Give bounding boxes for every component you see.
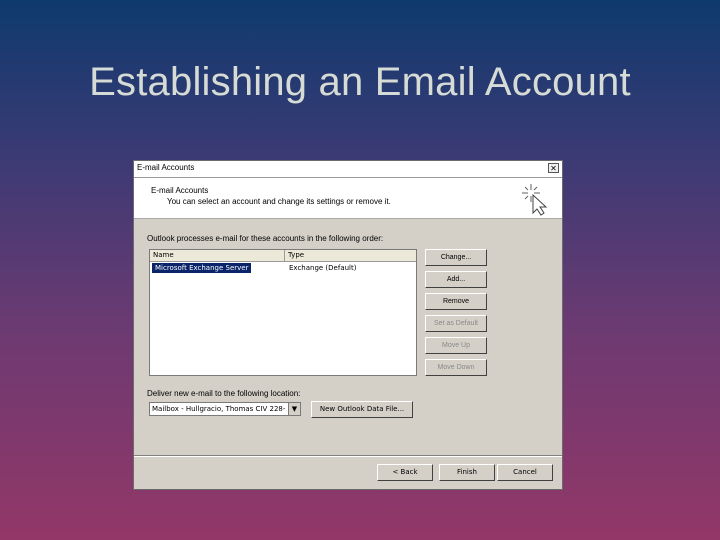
header-subtitle: You can select an account and change its… (167, 197, 391, 206)
slide-title: Establishing an Email Account (89, 60, 631, 104)
move-down-button[interactable]: Move Down (425, 359, 487, 376)
dropdown-arrow-icon[interactable]: ▼ (288, 403, 300, 415)
cancel-button[interactable]: Cancel (497, 464, 553, 481)
deliver-location-value: Mailbox - Hullgracio, Thomas CIV 228-H (152, 405, 286, 413)
dialog-title: E-mail Accounts (137, 163, 195, 172)
wand-cursor-icon (522, 184, 548, 216)
move-up-button[interactable]: Move Up (425, 337, 487, 354)
back-button[interactable]: < Back (377, 464, 433, 481)
accounts-list[interactable]: Name Type Microsoft Exchange Server Exch… (149, 249, 417, 376)
new-data-file-button[interactable]: New Outlook Data File... (311, 401, 413, 418)
finish-button[interactable]: Finish (439, 464, 495, 481)
deliver-caption: Deliver new e-mail to the following loca… (147, 389, 301, 398)
remove-button[interactable]: Remove (425, 293, 487, 310)
close-icon[interactable]: ✕ (548, 163, 559, 173)
email-accounts-dialog: E-mail Accounts ✕ E-mail Accounts You ca… (133, 160, 563, 490)
list-caption: Outlook processes e-mail for these accou… (147, 234, 384, 243)
column-header-name[interactable]: Name (150, 250, 285, 261)
dialog-titlebar: E-mail Accounts ✕ (134, 161, 562, 178)
account-row-name[interactable]: Microsoft Exchange Server (152, 263, 252, 273)
dialog-header: E-mail Accounts You can select an accoun… (134, 178, 562, 219)
deliver-location-select[interactable]: Mailbox - Hullgracio, Thomas CIV 228-H ▼ (149, 402, 301, 416)
list-header: Name Type (150, 250, 416, 262)
change-button[interactable]: Change... (425, 249, 487, 266)
set-default-button[interactable]: Set as Default (425, 315, 487, 332)
footer-divider (134, 455, 562, 457)
header-title: E-mail Accounts (151, 186, 209, 195)
add-button[interactable]: Add... (425, 271, 487, 288)
account-row-type[interactable]: Exchange (Default) (289, 263, 356, 273)
column-header-type[interactable]: Type (285, 250, 418, 261)
